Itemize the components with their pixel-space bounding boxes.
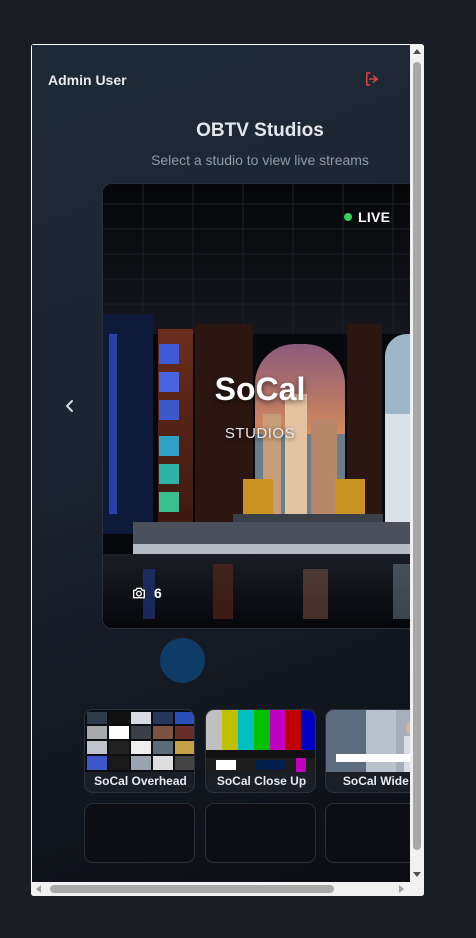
scroll-left-icon[interactable] [35,885,43,893]
stream-thumbnail-close-up[interactable]: SoCal Close Up [205,709,316,793]
horizontal-scrollbar[interactable] [31,882,424,896]
camera-count: 6 [131,585,162,601]
vertical-scrollbar[interactable] [410,44,424,882]
stream-label: SoCal Overhead [94,774,187,788]
stream-thumbnail-wide[interactable]: SoCal Wide S [325,709,410,793]
top-bar: Admin User [32,45,410,115]
stream-thumbnail[interactable] [205,803,316,863]
stream-label: SoCal Wide S [342,774,410,788]
stream-thumbnail[interactable] [84,803,195,863]
stream-thumbnail-overhead[interactable]: SoCal Overhead [84,709,195,793]
scroll-down-icon[interactable] [413,870,421,878]
live-status-dot [344,213,352,221]
studio-name: SoCal [214,371,306,407]
studio-subtitle: STUDIOS [224,425,296,442]
stream-preview-image [326,710,410,772]
stream-preview-image [206,710,315,772]
featured-studio-card[interactable]: LIVE SoCal STUDIOS 6 [102,183,410,629]
browser-window: Admin User OBTV Studios Select a studio … [31,44,424,896]
logout-icon[interactable] [363,70,381,88]
scroll-up-icon[interactable] [413,48,421,56]
stream-thumbnail[interactable] [325,803,410,863]
chevron-left-icon[interactable] [58,394,82,418]
horizontal-scroll-thumb[interactable] [50,885,334,893]
live-status-text: LIVE [358,209,391,225]
camera-count-value: 6 [154,585,162,601]
live-badge: LIVE [344,209,390,225]
page-title: OBTV Studios [196,120,324,141]
carousel-indicator[interactable] [160,638,205,683]
scroll-right-icon[interactable] [397,885,405,893]
app-viewport: Admin User OBTV Studios Select a studio … [32,45,410,883]
camera-icon [133,587,145,599]
vertical-scroll-thumb[interactable] [413,62,421,850]
user-name: Admin User [48,72,127,88]
page-subtitle: Select a studio to view live streams [151,152,369,168]
stream-label: SoCal Close Up [216,774,307,788]
stream-preview-image [85,710,194,772]
